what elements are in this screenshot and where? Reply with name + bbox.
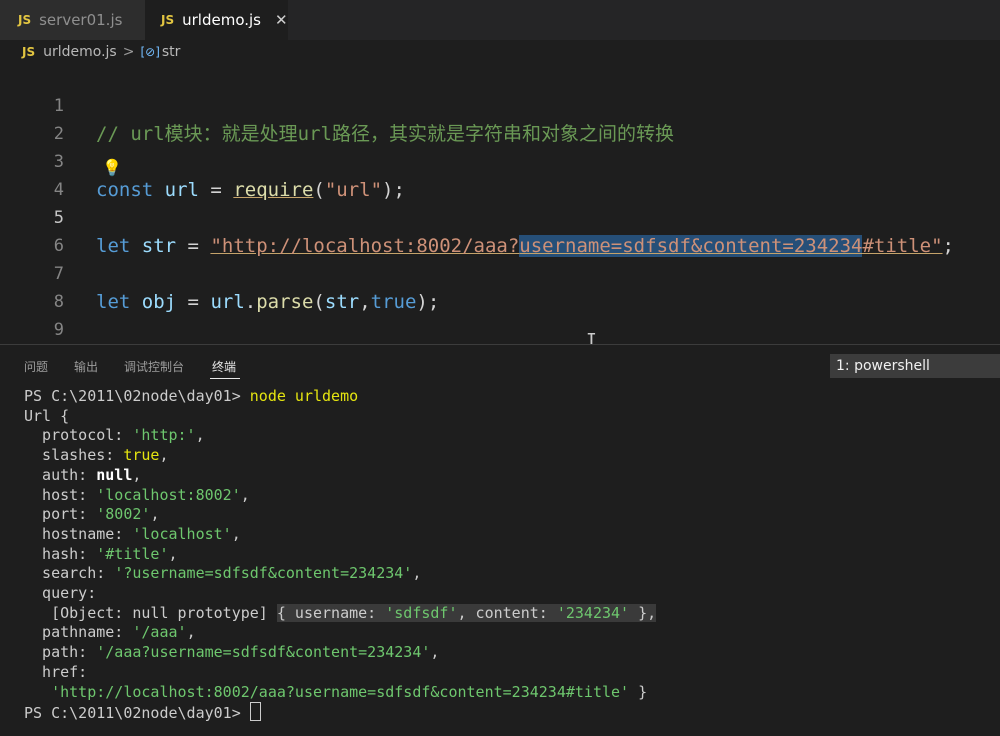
js-file-icon: JS	[161, 13, 175, 27]
lightbulb-icon[interactable]: 💡	[102, 154, 122, 182]
terminal-output[interactable]: PS C:\2011\02node\day01> node urldemo Ur…	[24, 387, 657, 724]
tab-label: server01.js	[39, 11, 123, 29]
panel-tabs: 问题 输出 调试控制台 终端 1: powershell	[0, 345, 1000, 385]
comment: // url模块：就是处理url路径，其实就是字符串和对象之间的转换	[96, 123, 674, 145]
tab-terminal[interactable]: 终端	[212, 358, 236, 375]
code-line-1: 1 // url模块：就是处理url路径，其实就是字符串和对象之间的转换	[0, 64, 674, 145]
tab-debug-console[interactable]: 调试控制台	[124, 358, 184, 375]
js-file-icon: JS	[22, 45, 36, 59]
tab-label: urldemo.js	[182, 11, 261, 29]
code-line-5: 5 let str = "http://localhost:8002/aaa?u…	[0, 176, 954, 257]
editor-tab-bar: JS server01.js JS urldemo.js ✕	[0, 0, 1000, 40]
breadcrumb: JS urldemo.js > [⊘] str	[0, 40, 1000, 64]
code-editor[interactable]: 1 // url模块：就是处理url路径，其实就是字符串和对象之间的转换 2 3…	[0, 64, 1000, 369]
bottom-panel: 问题 输出 调试控制台 终端 1: powershell PS C:\2011\…	[0, 345, 1000, 736]
code-line-4: 4 💡	[0, 148, 122, 200]
terminal-cursor	[249, 702, 261, 722]
variable-icon: [⊘]	[140, 45, 160, 59]
breadcrumb-symbol[interactable]: str	[162, 44, 181, 60]
code-line-7: 7 let obj = url.parse(str,true);	[0, 232, 440, 313]
tab-output[interactable]: 输出	[74, 358, 98, 375]
close-icon[interactable]: ✕	[275, 11, 288, 29]
terminal-select[interactable]: 1: powershell	[830, 354, 1000, 378]
code-line-2: 2	[0, 92, 64, 144]
breadcrumb-file[interactable]: urldemo.js	[43, 44, 117, 60]
chevron-right-icon: >	[122, 44, 135, 60]
active-tab-indicator	[210, 378, 240, 379]
tab-problems[interactable]: 问题	[24, 358, 48, 375]
tab-urldemo-js[interactable]: JS urldemo.js ✕	[145, 0, 288, 40]
code-line-3: 3 const url = require("url");	[0, 120, 405, 201]
tab-server01-js[interactable]: JS server01.js	[0, 0, 145, 40]
selected-text: username=sdfsdf&content=234234	[519, 235, 863, 257]
js-file-icon: JS	[18, 13, 32, 27]
code-line-8: 8	[0, 260, 64, 312]
code-line-9: 9 console.log(obj);	[0, 288, 291, 369]
code-line-6: 6	[0, 204, 64, 256]
line-number: 9	[53, 320, 64, 340]
